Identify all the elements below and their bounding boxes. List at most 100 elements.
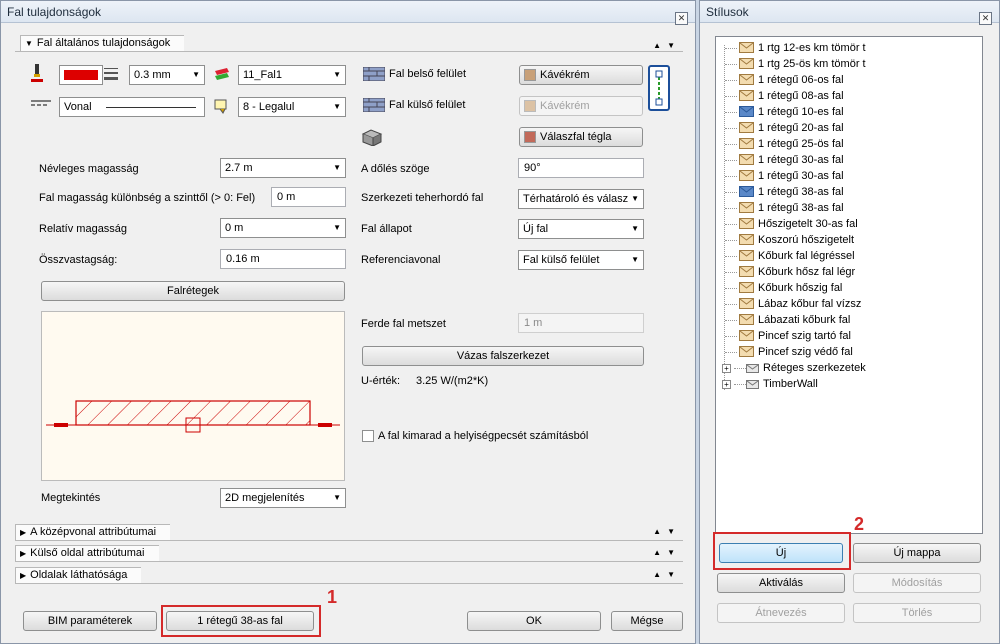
- view-label: Megtekintés: [41, 492, 101, 504]
- wall-style-icon: [739, 281, 754, 293]
- slanted-section-label: Ferde fal metszet: [361, 318, 446, 330]
- wall-style-icon: [739, 329, 754, 341]
- style-list-item[interactable]: 1 rétegű 30-as fal: [725, 168, 844, 184]
- wall-style-icon: [739, 105, 754, 117]
- layer-combo[interactable]: 11_Fal1 ▼: [238, 65, 346, 85]
- view-combo[interactable]: 2D megjelenítés ▼: [220, 488, 346, 508]
- wall-style-icon: [739, 185, 754, 197]
- expand-triangle-icon: ▶: [20, 571, 27, 580]
- new-style-button[interactable]: Új: [719, 543, 843, 563]
- wall-style-icon: [739, 297, 754, 309]
- wall-style-icon: [739, 217, 754, 229]
- wall-style-icon: [739, 57, 754, 69]
- delete-button[interactable]: Törlés: [853, 603, 981, 623]
- wall-state-combo[interactable]: Új fal ▼: [518, 219, 644, 239]
- wall-style-icon: [739, 345, 754, 357]
- new-folder-button[interactable]: Új mappa: [853, 543, 981, 563]
- height-diff-input[interactable]: 0 m: [271, 187, 346, 207]
- style-list-item[interactable]: 1 rétegű 25-ös fal: [725, 136, 844, 152]
- wall-style-icon: [739, 153, 754, 165]
- section-outer-header[interactable]: ▶ Külső oldal attribútumai ▲▼: [15, 545, 683, 563]
- tree-group-timberwall[interactable]: + TimberWall: [722, 376, 818, 392]
- tilt-input[interactable]: 90°: [518, 158, 644, 178]
- chain-link-icon: [655, 70, 663, 106]
- inner-surface-icon: [362, 66, 386, 82]
- folder-icon: [746, 378, 759, 389]
- style-list-item[interactable]: 1 rétegű 08-as fal: [725, 88, 844, 104]
- expand-plus-icon[interactable]: +: [722, 363, 731, 373]
- outer-surface-button[interactable]: Kávékrém: [519, 96, 643, 116]
- style-list-item[interactable]: 1 rétegű 30-as fal: [725, 152, 844, 168]
- modify-button[interactable]: Módosítás: [853, 573, 981, 593]
- wall-style-icon: [739, 169, 754, 181]
- style-list-item[interactable]: 1 rétegű 38-as fal: [725, 184, 844, 200]
- section-centerline-header[interactable]: ▶ A középvonal attribútumai ▲▼: [15, 524, 683, 542]
- structural-combo[interactable]: Térhatároló és válasz ▼: [518, 189, 644, 209]
- close-icon[interactable]: ✕: [979, 12, 992, 25]
- style-list-item[interactable]: 1 rétegű 20-as fal: [725, 120, 844, 136]
- wall-properties-dialog: Fal tulajdonságok ✕ ▼ Fal általános tulaj…: [0, 0, 696, 644]
- style-list-item[interactable]: 1 rtg 25-ös km tömör t: [725, 56, 866, 72]
- cancel-button[interactable]: Mégse: [611, 611, 683, 631]
- reference-line-label: Referenciavonal: [361, 254, 441, 266]
- total-thickness-label: Összvastagság:: [39, 254, 118, 266]
- tree-group-layered[interactable]: + Réteges szerkezetek: [722, 360, 866, 376]
- style-list-item[interactable]: Koszorú hőszigetelt: [725, 232, 854, 248]
- partition-material-button[interactable]: Válaszfal tégla: [519, 127, 643, 147]
- style-list-item[interactable]: 1 rtg 12-es km tömör t: [725, 40, 866, 56]
- thickness-combo[interactable]: 0.3 mm ▼: [129, 65, 205, 85]
- bim-parameters-button[interactable]: BIM paraméterek: [23, 611, 157, 631]
- layer-icon: [213, 67, 231, 83]
- annotation-number-2: 2: [854, 514, 865, 534]
- pen-number-combo[interactable]: 8 - Legalul ▼: [238, 97, 346, 117]
- pen-color-swatch[interactable]: [59, 65, 103, 85]
- relative-height-combo[interactable]: 0 m ▼: [220, 218, 346, 238]
- style-list-item[interactable]: Kőburk hősz fal légr: [725, 264, 855, 280]
- wall-style-icon: [739, 249, 754, 261]
- wall-style-icon: [739, 89, 754, 101]
- section-move-arrows[interactable]: ▲▼: [653, 570, 681, 579]
- section-sides-header[interactable]: ▶ Oldalak láthatósága ▲▼: [15, 567, 683, 585]
- u-value: 3.25 W/(m2*K): [416, 375, 489, 387]
- close-icon[interactable]: ✕: [675, 12, 688, 25]
- line-thickness-icon: [104, 67, 118, 81]
- exclude-label: A fal kimarad a helyiségpecsét számításb…: [378, 430, 589, 442]
- expand-plus-icon[interactable]: +: [722, 379, 731, 389]
- total-thickness-input[interactable]: 0.16 m: [220, 249, 346, 269]
- outer-surface-label: Fal külső felület: [389, 99, 466, 111]
- style-list-item[interactable]: Pincef szig védő fal: [725, 344, 853, 360]
- rename-button[interactable]: Átnevezés: [717, 603, 845, 623]
- inner-surface-label: Fal belső felület: [389, 68, 467, 80]
- wall-style-button[interactable]: 1 rétegű 38-as fal: [166, 611, 314, 631]
- section-move-arrows[interactable]: ▲▼: [653, 548, 681, 557]
- link-surfaces-toggle[interactable]: [648, 65, 670, 111]
- style-list-item[interactable]: 1 rétegű 10-es fal: [725, 104, 844, 120]
- inner-surface-button[interactable]: Kávékrém: [519, 65, 643, 85]
- style-list-item[interactable]: Lábazati kőburk fal: [725, 312, 850, 328]
- style-list-item[interactable]: Kőburk fal légréssel: [725, 248, 855, 264]
- ok-button[interactable]: OK: [467, 611, 601, 631]
- style-list-item[interactable]: Hőszigetelt 30-as fal: [725, 216, 858, 232]
- reference-line-combo[interactable]: Fal külső felület ▼: [518, 250, 644, 270]
- style-list-item[interactable]: 1 rétegű 38-as fal: [725, 200, 844, 216]
- style-list-item[interactable]: Lábaz kőbur fal vízsz: [725, 296, 861, 312]
- exclude-checkbox[interactable]: [362, 430, 374, 442]
- dialog-title: Fal tulajdonságok: [1, 1, 695, 23]
- styles-tree[interactable]: 1 rtg 12-es km tömör t1 rtg 25-ös km töm…: [715, 36, 983, 534]
- style-list-item[interactable]: Pincef szig tartó fal: [725, 328, 851, 344]
- styles-panel: Stílusok ✕ 1 rtg 12-es km tömör t1 rtg 2…: [699, 0, 1000, 644]
- nominal-height-label: Névleges magasság: [39, 163, 139, 175]
- line-type-combo[interactable]: Vonal: [59, 97, 205, 117]
- section-general-header[interactable]: ▼ Fal általános tulajdonságok ▲▼: [15, 35, 683, 52]
- activate-button[interactable]: Aktiválás: [717, 573, 845, 593]
- wall-layers-button[interactable]: Falrétegek: [41, 281, 345, 301]
- wall-style-icon: [739, 41, 754, 53]
- nominal-height-combo[interactable]: 2.7 m ▼: [220, 158, 346, 178]
- relative-height-label: Relatív magasság: [39, 223, 128, 235]
- slanted-section-input[interactable]: 1 m: [518, 313, 644, 333]
- wall-style-icon: [739, 265, 754, 277]
- style-list-item[interactable]: Kőburk hőszig fal: [725, 280, 842, 296]
- section-move-arrows[interactable]: ▲▼: [653, 527, 681, 536]
- style-list-item[interactable]: 1 rétegű 06-os fal: [725, 72, 844, 88]
- skeleton-structure-button[interactable]: Vázas falszerkezet: [362, 346, 644, 366]
